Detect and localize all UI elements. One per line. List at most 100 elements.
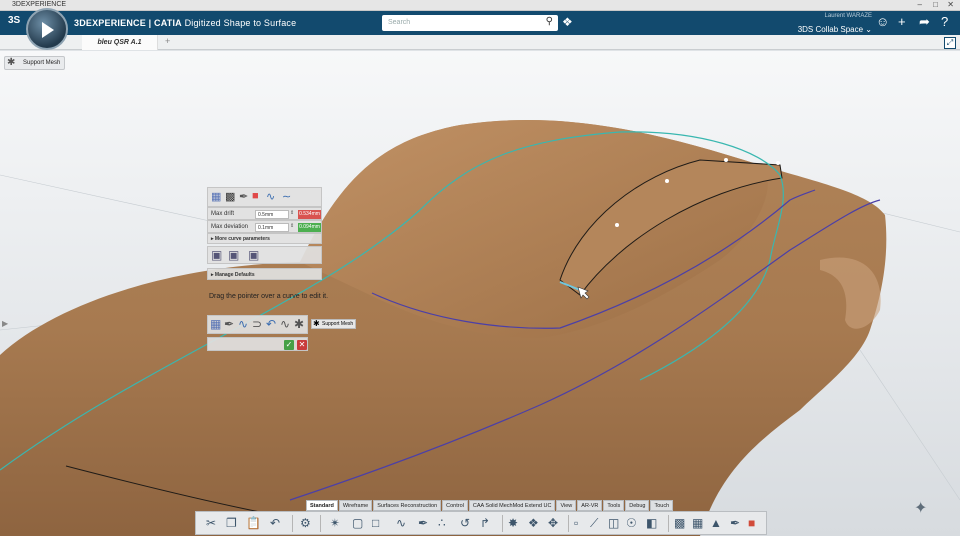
- command-tools-panel: ▦ ✒ ∿ ⊃ ↶ ∿ ✱ ✱ Support Mesh ✓ ✕: [207, 315, 357, 351]
- snap-icon[interactable]: ✴: [330, 516, 340, 530]
- curve-network-icon[interactable]: ∿: [396, 516, 406, 530]
- user-name: Laurent WARAZE: [824, 13, 872, 19]
- settings-icon[interactable]: ⚙: [300, 516, 311, 530]
- section-touch[interactable]: Touch: [650, 500, 674, 511]
- plane-icon[interactable]: ◫: [608, 516, 619, 530]
- curve-tool-3-icon[interactable]: ▣: [248, 248, 259, 262]
- deviation-map-icon[interactable]: ■: [252, 190, 259, 202]
- section-cut-icon[interactable]: ◧: [646, 516, 657, 530]
- search-icon[interactable]: ⚲: [546, 16, 553, 27]
- point-icon[interactable]: ▫: [574, 516, 578, 530]
- line-icon[interactable]: ⟋: [590, 516, 598, 531]
- separator: [320, 515, 321, 532]
- user-info[interactable]: Laurent WARAZE 3DS Collab Space ⌄: [798, 13, 872, 37]
- fullscreen-icon[interactable]: ⤢: [944, 37, 956, 49]
- maximize-button[interactable]: □: [933, 0, 938, 10]
- ok-cancel-bar: ✓ ✕: [207, 337, 308, 351]
- deviation-analysis-icon[interactable]: ■: [748, 516, 755, 530]
- circle-icon[interactable]: ☉: [626, 516, 637, 530]
- plus-icon[interactable]: +: [898, 15, 906, 29]
- search-input[interactable]: Search ⚲: [382, 15, 558, 31]
- section-tools[interactable]: Tools: [603, 500, 625, 511]
- help-icon[interactable]: ?: [941, 15, 948, 29]
- share-icon[interactable]: ➦: [919, 15, 930, 29]
- curve-edit-icon[interactable]: ↶: [266, 317, 276, 331]
- curve-tool-1-icon[interactable]: ▣: [211, 248, 222, 262]
- max-deviation-label: Max deviation: [211, 224, 249, 230]
- transform-icon[interactable]: ❖: [528, 516, 539, 530]
- max-deviation-stepper[interactable]: ⇕: [290, 223, 294, 229]
- app-name: Digitized Shape to Surface: [184, 18, 297, 28]
- section-caa[interactable]: CAA Solid MechMod Extend UC: [468, 500, 556, 511]
- copy-icon[interactable]: ❐: [226, 516, 237, 530]
- max-deviation-field[interactable]: 0.1mm: [255, 223, 289, 232]
- section-debug[interactable]: Debug: [625, 500, 650, 511]
- max-deviation-row: Max deviation 0.1mm ⇕ 0.094mm: [207, 220, 322, 233]
- panel-expand-icon[interactable]: ▶: [2, 319, 8, 328]
- separator: [292, 515, 293, 532]
- pen-icon[interactable]: ✒: [224, 317, 234, 331]
- separator: [568, 515, 569, 532]
- mesh-cube-icon[interactable]: ▦: [692, 516, 703, 530]
- car-model-scene[interactable]: [0, 51, 960, 536]
- cut-icon[interactable]: ✂: [206, 516, 216, 530]
- section-ar-vr[interactable]: AR-VR: [577, 500, 603, 511]
- brand-logo: 3S: [8, 15, 21, 26]
- curve-icon[interactable]: ∿: [266, 190, 275, 203]
- connect-curve-icon[interactable]: ∴: [438, 516, 446, 530]
- ok-button[interactable]: ✓: [284, 340, 294, 350]
- spline-icon[interactable]: ∿: [238, 317, 248, 331]
- compass-icon[interactable]: [26, 8, 68, 50]
- support-mesh-chip[interactable]: ✱ Support Mesh: [4, 56, 66, 70]
- instruction-hint: Drag the pointer over a curve to edit it…: [209, 293, 329, 300]
- measure-icon[interactable]: ✒: [730, 516, 740, 530]
- window-title: 3DEXPERIENCE: [12, 1, 67, 8]
- support-mesh-label: Support Mesh: [23, 60, 61, 66]
- cancel-button[interactable]: ✕: [297, 340, 307, 350]
- curve-tool-2-icon[interactable]: ▣: [228, 248, 239, 262]
- paste-icon[interactable]: 📋: [246, 516, 261, 530]
- max-drift-field[interactable]: 0.5mm: [255, 210, 289, 219]
- pyramid-icon[interactable]: ▲: [710, 516, 722, 530]
- 3d-viewport[interactable]: ▶ ✦: [0, 51, 960, 536]
- collab-space-selector[interactable]: 3DS Collab Space ⌄: [798, 25, 872, 34]
- solid-cube-icon[interactable]: ▩: [225, 190, 235, 203]
- solid-cube-icon[interactable]: ▩: [674, 516, 685, 530]
- project-icon[interactable]: ↱: [480, 516, 490, 530]
- max-drift-stepper[interactable]: ⇕: [290, 210, 294, 216]
- separator: [668, 515, 669, 532]
- add-tab-button[interactable]: +: [165, 36, 170, 46]
- sketch-curve-icon[interactable]: ✒: [418, 516, 428, 530]
- section-standard[interactable]: Standard: [306, 500, 338, 511]
- box-select-icon[interactable]: □: [372, 516, 379, 530]
- tag-icon[interactable]: ❖: [562, 15, 573, 29]
- curve-tools-row: ▣ ▣ ▣: [207, 246, 322, 264]
- max-drift-result: 0.534mm: [298, 210, 321, 219]
- view-compass-icon[interactable]: ✦: [914, 498, 927, 518]
- separator: [502, 515, 503, 532]
- loop-icon[interactable]: ↺: [460, 516, 470, 530]
- section-control[interactable]: Control: [442, 500, 468, 511]
- move-icon[interactable]: ✥: [548, 516, 558, 530]
- minimize-button[interactable]: –: [918, 0, 922, 10]
- mesh-icon: ✱: [7, 57, 16, 68]
- smooth-icon[interactable]: ∿: [280, 317, 290, 331]
- section-view[interactable]: View: [556, 500, 577, 511]
- select-icon[interactable]: ▢: [352, 516, 363, 530]
- section-wireframe[interactable]: Wireframe: [338, 500, 373, 511]
- section-surfaces-reconstruction[interactable]: Surfaces Reconstruction: [373, 500, 442, 511]
- max-deviation-result: 0.094mm: [298, 223, 321, 232]
- mesh-cube-icon[interactable]: ▦: [211, 190, 221, 203]
- mesh-select-icon[interactable]: ✸: [508, 516, 518, 530]
- undo-icon[interactable]: ↶: [270, 516, 280, 530]
- mesh-cube-icon[interactable]: ▦: [210, 317, 221, 331]
- user-icon[interactable]: ☺: [876, 15, 889, 29]
- tab-bleu-qsr[interactable]: bleu QSR A.1: [82, 35, 158, 50]
- close-button[interactable]: ✕: [947, 0, 954, 10]
- pen-icon[interactable]: ✒: [239, 190, 248, 203]
- trim-icon[interactable]: ⊃: [252, 317, 262, 331]
- manage-defaults[interactable]: ▸ Manage Defaults: [207, 268, 322, 280]
- more-curve-parameters[interactable]: ▸ More curve parameters: [207, 233, 322, 244]
- spline-icon[interactable]: ∼: [282, 190, 291, 203]
- support-mesh-icon[interactable]: ✱: [294, 317, 304, 331]
